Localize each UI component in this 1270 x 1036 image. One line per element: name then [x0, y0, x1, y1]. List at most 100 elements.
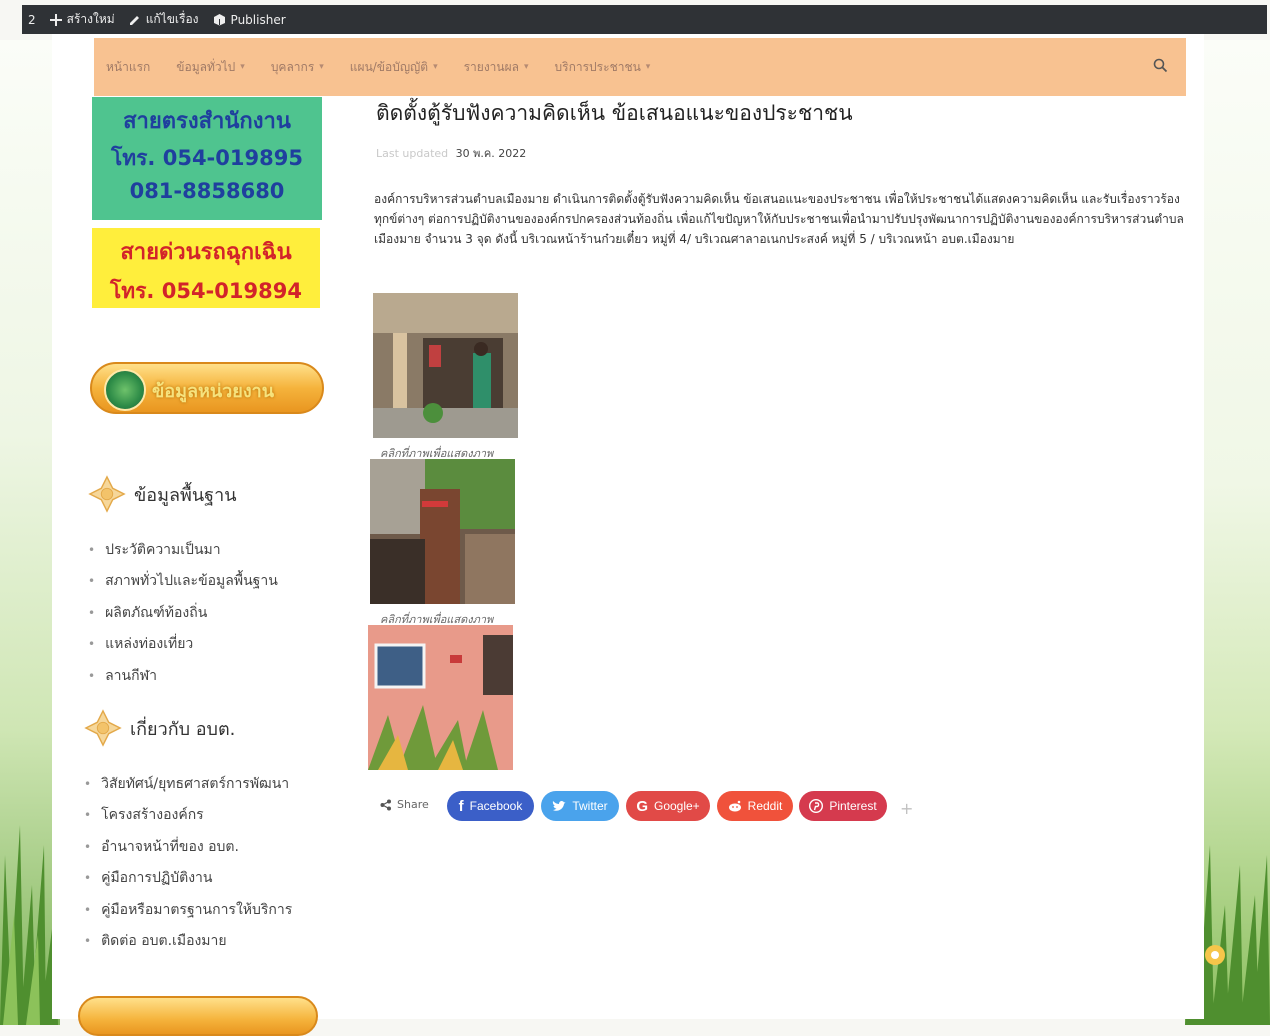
reddit-icon	[728, 800, 741, 812]
admin-bar-number: 2	[28, 12, 36, 27]
twitter-icon	[553, 800, 566, 811]
nav-item-label: หน้าแรก	[106, 59, 151, 74]
emergency-hotline-phone: โทร. 054-019894	[110, 279, 302, 303]
search-icon[interactable]	[1153, 58, 1168, 73]
article-date: 30 พ.ค. 2022	[455, 147, 527, 160]
nav-item-label: รายงานผล	[463, 59, 520, 74]
nav-item-services[interactable]: บริการประชาชน ▾	[555, 58, 651, 77]
nav-item-home[interactable]: หน้าแรก	[106, 58, 150, 77]
edit-post-button[interactable]: แก้ไขเรื่อง	[129, 10, 199, 29]
nav-item-label: บริการประชาชน	[554, 59, 641, 74]
bullet-icon: •	[84, 839, 92, 854]
about-menu: • วิสัยทัศน์/ยุทธศาสตร์การพัฒนา • โครงสร้า…	[84, 768, 292, 957]
nav-item-plans[interactable]: แผน/ข้อบัญญัติ ▾	[350, 58, 438, 77]
article-title: ติดตั้งตู้รับฟังความคิดเห็น ข้อเสนอแนะขอ…	[376, 101, 853, 125]
edit-post-label: แก้ไขเรื่อง	[145, 12, 199, 26]
chevron-down-icon: ▾	[524, 62, 529, 72]
menu-item-history[interactable]: • ประวัติความเป็นมา	[88, 534, 278, 566]
about-heading: เกี่ยวกับ อบต.	[84, 709, 235, 747]
nav-item-label: ข้อมูลทั่วไป	[176, 59, 236, 74]
ornament-icon	[88, 475, 126, 513]
publisher-button[interactable]: Publisher	[213, 13, 286, 27]
menu-item-label: โครงสร้างองค์กร	[101, 807, 204, 824]
pencil-icon	[129, 15, 139, 25]
menu-item-label: ติดต่อ อบต.เมืองมาย	[101, 933, 227, 950]
menu-item-manual[interactable]: • คู่มือการปฏิบัติงาน	[84, 863, 292, 895]
nav-item-personnel[interactable]: บุคลากร ▾	[271, 58, 324, 77]
article-photo-3[interactable]	[368, 625, 513, 770]
pinterest-label: Pinterest	[829, 799, 877, 813]
bullet-icon: •	[88, 637, 96, 652]
nav-item-label: แผน/ข้อบัญญัติ	[349, 59, 429, 74]
menu-item-attractions[interactable]: • แหล่งท่องเที่ยว	[88, 629, 278, 661]
menu-item-label: แหล่งท่องเที่ยว	[105, 636, 194, 653]
menu-item-service-standards[interactable]: • คู่มือหรือมาตรฐานการให้บริการ	[84, 894, 292, 926]
organization-seal-icon	[104, 369, 146, 411]
article-photo-2[interactable]	[370, 459, 515, 604]
last-updated-label: Last updated	[376, 147, 449, 160]
nav-item-general-info[interactable]: ข้อมูลทั่วไป ▾	[176, 58, 245, 77]
basic-info-heading: ข้อมูลพื้นฐาน	[88, 475, 237, 513]
bullet-icon: •	[84, 776, 92, 791]
twitter-label: Twitter	[572, 799, 608, 813]
bullet-icon: •	[84, 934, 92, 949]
twitter-share-button[interactable]: Twitter	[541, 791, 619, 821]
menu-item-authority[interactable]: • อำนาจหน้าที่ของ อบต.	[84, 831, 292, 863]
basic-info-heading-text: ข้อมูลพื้นฐาน	[134, 484, 237, 506]
menu-item-contact[interactable]: • ติดต่อ อบต.เมืองมาย	[84, 926, 292, 958]
ornament-icon	[84, 709, 122, 747]
pinterest-share-button[interactable]: Pinterest	[799, 791, 887, 821]
article-meta: Last updated 30 พ.ค. 2022	[376, 144, 526, 162]
bullet-icon: •	[84, 902, 92, 917]
main-navigation: หน้าแรก ข้อมูลทั่วไป ▾ บุคลากร ▾ แผน/ข้อ…	[94, 38, 1186, 96]
chevron-down-icon: ▾	[240, 62, 245, 72]
menu-item-general-conditions[interactable]: • สภาพทั่วไปและข้อมูลพื้นฐาน	[88, 566, 278, 598]
chevron-down-icon: ▾	[433, 62, 438, 72]
grass-decoration-left	[0, 825, 58, 1025]
publisher-label: Publisher	[230, 12, 286, 27]
share-icon	[380, 799, 391, 810]
menu-item-label: ลานกีฬา	[105, 667, 157, 684]
chevron-down-icon: ▾	[645, 62, 651, 72]
pinterest-icon	[809, 799, 824, 813]
basic-info-menu: • ประวัติความเป็นมา • สภาพทั่วไปและข้อมูลพ…	[88, 534, 278, 692]
chevron-down-icon: ▾	[319, 62, 324, 72]
emergency-hotline-box: สายด่วนรถฉุกเฉิน โทร. 054-019894	[92, 228, 320, 308]
office-hotline-phone2: 081-8858680	[129, 179, 285, 203]
emergency-hotline-title: สายด่วนรถฉุกเฉิน	[120, 240, 292, 265]
bullet-icon: •	[84, 871, 92, 886]
bullet-icon: •	[88, 668, 96, 683]
share-label: Share	[380, 798, 429, 811]
article-photo-1[interactable]	[373, 293, 518, 438]
menu-item-label: คู่มือหรือมาตรฐานการให้บริการ	[101, 901, 293, 918]
plus-icon	[49, 13, 62, 26]
new-post-button[interactable]: สร้างใหม่	[49, 10, 115, 29]
menu-item-sports-field[interactable]: • ลานกีฬา	[88, 660, 278, 692]
office-hotline-title: สายตรงสำนักงาน	[123, 109, 291, 134]
sidebar-banner-partial[interactable]	[78, 996, 318, 1036]
facebook-share-button[interactable]: f Facebook	[447, 791, 534, 821]
agency-info-banner[interactable]: ข้อมูลหน่วยงาน	[90, 362, 324, 414]
agency-info-banner-label: ข้อมูลหน่วยงาน	[152, 381, 275, 402]
google-plus-share-button[interactable]: G Google+	[626, 791, 710, 821]
new-post-label: สร้างใหม่	[66, 12, 115, 26]
nav-item-reports[interactable]: รายงานผล ▾	[464, 58, 529, 77]
nav-item-label: บุคลากร	[270, 59, 315, 74]
office-hotline-phone1: โทร. 054-019895	[111, 146, 303, 170]
google-icon: G	[636, 797, 648, 815]
menu-item-vision[interactable]: • วิสัยทัศน์/ยุทธศาสตร์การพัฒนา	[84, 768, 292, 800]
menu-item-label: ผลิตภัณฑ์ท้องถิ่น	[105, 604, 208, 621]
about-heading-text: เกี่ยวกับ อบต.	[130, 718, 236, 740]
article-body: องค์การบริหารส่วนตำบลเมืองมาย ดำเนินการต…	[374, 192, 1184, 246]
office-hotline-box: สายตรงสำนักงาน โทร. 054-019895 081-88586…	[92, 97, 322, 220]
admin-bar: 2 สร้างใหม่ แก้ไขเรื่อง Publisher	[22, 5, 1267, 34]
menu-item-structure[interactable]: • โครงสร้างองค์กร	[84, 800, 292, 832]
reddit-share-button[interactable]: Reddit	[717, 791, 793, 821]
menu-item-local-products[interactable]: • ผลิตภัณฑ์ท้องถิ่น	[88, 597, 278, 629]
more-share-button[interactable]: +	[900, 799, 913, 818]
menu-item-label: ประวัติความเป็นมา	[105, 541, 221, 558]
share-label-text: Share	[397, 798, 429, 811]
bullet-icon: •	[88, 605, 96, 620]
menu-item-label: สภาพทั่วไปและข้อมูลพื้นฐาน	[105, 573, 278, 590]
reddit-label: Reddit	[747, 799, 783, 813]
